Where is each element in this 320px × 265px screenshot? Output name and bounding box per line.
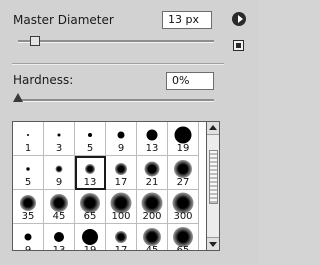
brush-preset-item[interactable]: 1 xyxy=(13,122,44,156)
master-diameter-label: Master Diameter xyxy=(13,13,114,27)
brush-preset-item[interactable]: 9 xyxy=(44,156,75,190)
brush-size-label: 9 xyxy=(117,143,125,154)
brush-preset-item[interactable]: 19 xyxy=(75,224,106,251)
brush-size-label: 200 xyxy=(142,211,162,222)
brush-tip-icon xyxy=(20,195,36,211)
brush-preset-item[interactable]: 3 xyxy=(44,122,75,156)
brush-tip-icon xyxy=(173,227,193,247)
brush-size-label: 19 xyxy=(176,143,190,154)
brush-size-label: 3 xyxy=(55,143,63,154)
brush-tip-icon xyxy=(115,231,127,243)
brush-preset-item[interactable]: 19 xyxy=(168,122,199,156)
brush-preset-item[interactable]: 5 xyxy=(13,156,44,190)
brush-preset-item[interactable]: 35 xyxy=(13,190,44,224)
hardness-field[interactable]: 0% xyxy=(166,72,214,90)
brush-preset-list: 1 3 5 9 13 19 5 9 13 17 21 27 35 45 65 100 200 300 9 13 19 17… xyxy=(12,121,220,251)
brush-size-label: 9 xyxy=(55,177,63,188)
master-diameter-slider-thumb[interactable] xyxy=(29,36,40,46)
brush-tip-icon xyxy=(117,131,125,139)
brush-size-label: 13 xyxy=(52,245,66,251)
brush-tip-icon xyxy=(27,134,29,136)
brush-preset-item[interactable]: 65 xyxy=(75,190,106,224)
brush-tip-icon xyxy=(82,229,98,245)
brush-size-label: 65 xyxy=(83,211,97,222)
brush-size-label: 300 xyxy=(173,211,193,222)
brush-preset-item[interactable]: 300 xyxy=(168,190,199,224)
brush-size-label: 1 xyxy=(24,143,32,154)
brush-preset-item[interactable]: 65 xyxy=(168,224,199,251)
master-diameter-field[interactable]: 13 px xyxy=(162,11,212,29)
brush-preset-item[interactable]: 9 xyxy=(106,122,137,156)
brush-preset-item[interactable]: 13 xyxy=(75,156,106,190)
brush-preset-item[interactable]: 9 xyxy=(13,224,44,251)
brush-size-label: 27 xyxy=(176,177,190,188)
brush-preset-item[interactable]: 45 xyxy=(44,190,75,224)
hardness-slider-thumb[interactable] xyxy=(13,93,23,102)
brush-size-label: 65 xyxy=(176,245,190,251)
divider xyxy=(12,63,224,65)
scrollbar-thumb[interactable] xyxy=(209,150,218,204)
brush-size-label: 5 xyxy=(24,177,32,188)
brush-size-label: 19 xyxy=(83,245,97,251)
hardness-label: Hardness: xyxy=(13,73,74,87)
brush-tip-icon xyxy=(57,133,61,137)
brush-size-label: 100 xyxy=(111,211,131,222)
brush-tip-icon xyxy=(26,167,30,171)
brush-tip-icon xyxy=(143,228,161,246)
brush-tip-icon xyxy=(146,129,158,141)
brush-size-label: 21 xyxy=(145,177,159,188)
brush-tip-icon xyxy=(54,232,64,242)
brush-preset-panel: Master Diameter 13 px Hardness: 0% 13591… xyxy=(0,0,258,265)
brush-preset-item[interactable]: 17 xyxy=(106,156,137,190)
brush-list-scrollbar[interactable] xyxy=(206,121,220,251)
brush-tip-icon xyxy=(24,233,32,241)
brush-size-label: 45 xyxy=(145,245,159,251)
brush-preset-grid: 1 3 5 9 13 19 5 9 13 17 21 27 35 45 65 100 200 300 9 13 19 17… xyxy=(13,122,203,251)
brush-tip-icon xyxy=(115,163,127,175)
brush-tip-icon xyxy=(144,161,160,177)
brush-preset-item[interactable]: 17 xyxy=(106,224,137,251)
brush-size-label: 35 xyxy=(21,211,35,222)
scroll-down-arrow-icon[interactable] xyxy=(207,237,219,250)
brush-preset-item[interactable]: 13 xyxy=(44,224,75,251)
brush-tip-icon xyxy=(50,194,68,212)
new-brush-preset-icon[interactable] xyxy=(233,40,244,51)
master-diameter-slider[interactable] xyxy=(18,40,214,43)
scroll-up-arrow-icon[interactable] xyxy=(207,122,219,135)
brush-size-label: 17 xyxy=(114,177,128,188)
brush-tip-icon xyxy=(85,164,95,174)
brush-tip-icon xyxy=(55,165,63,173)
brush-preset-item[interactable]: 100 xyxy=(106,190,137,224)
brush-preset-item[interactable]: 27 xyxy=(168,156,199,190)
brush-size-label: 5 xyxy=(86,143,94,154)
brush-size-label: 9 xyxy=(24,245,32,251)
brush-preset-item[interactable]: 5 xyxy=(75,122,106,156)
brush-size-label: 17 xyxy=(114,245,128,251)
brush-preset-item[interactable]: 45 xyxy=(137,224,168,251)
flyout-menu-icon[interactable] xyxy=(232,12,246,26)
brush-tip-icon xyxy=(174,160,192,178)
brush-preset-item[interactable]: 21 xyxy=(137,156,168,190)
brush-preset-item[interactable]: 200 xyxy=(137,190,168,224)
brush-tip-icon xyxy=(174,126,192,144)
brush-preset-item[interactable]: 13 xyxy=(137,122,168,156)
brush-tip-icon xyxy=(88,133,92,137)
brush-size-label: 45 xyxy=(52,211,66,222)
brush-tip-icon xyxy=(80,193,100,213)
brush-size-label: 13 xyxy=(145,143,159,154)
brush-size-label: 13 xyxy=(83,177,97,188)
hardness-slider[interactable] xyxy=(18,99,214,102)
